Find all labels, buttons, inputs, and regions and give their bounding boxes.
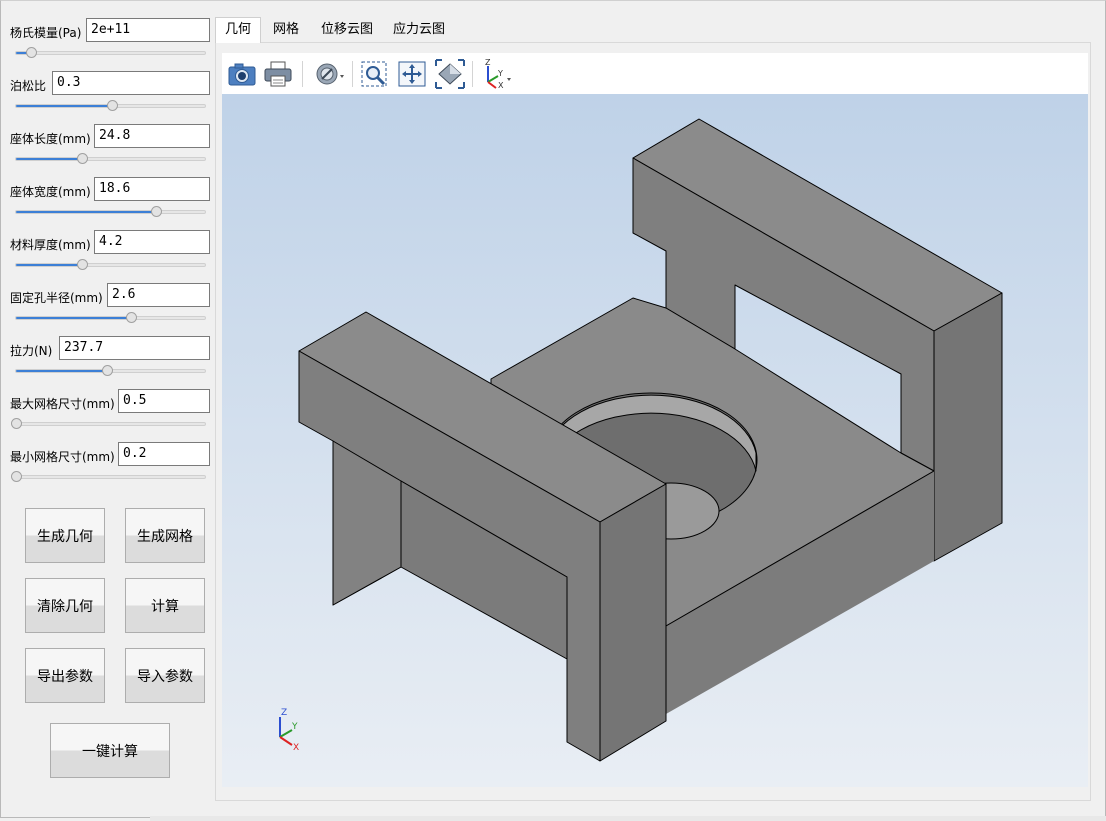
export-params-button[interactable]: 导出参数 [25, 648, 105, 703]
param-tension: 拉力(N) 237.7 [1, 336, 213, 389]
triad-y-label: Y [291, 722, 298, 732]
slider-handle[interactable] [77, 259, 89, 270]
import-params-button[interactable]: 导入参数 [125, 648, 205, 703]
generate-mesh-button[interactable]: 生成网格 [125, 508, 205, 563]
cable-tie-mount-model [298, 118, 1003, 762]
slider-handle[interactable] [126, 312, 138, 323]
zoom-window-icon[interactable] [359, 58, 391, 90]
param-label: 最大网格尺寸(mm) [10, 397, 115, 411]
view-axes-icon[interactable]: Z Y X [480, 58, 512, 90]
min-mesh-size-slider[interactable] [11, 471, 206, 482]
slider-fill [16, 264, 83, 266]
param-label: 泊松比 [10, 79, 47, 93]
y-axis-icon [279, 729, 293, 738]
display-mode-icon[interactable] [313, 58, 345, 90]
max-mesh-size-input[interactable]: 0.5 [118, 389, 210, 413]
param-hole-radius: 固定孔半径(mm) 2.6 [1, 283, 213, 336]
slider-handle[interactable] [26, 47, 38, 58]
param-label: 固定孔半径(mm) [10, 291, 103, 305]
slider-fill [16, 370, 107, 372]
base-width-input[interactable]: 18.6 [94, 177, 210, 201]
triad-x-label: X [293, 743, 299, 753]
slider-fill [16, 105, 113, 107]
param-label: 最小网格尺寸(mm) [10, 450, 115, 464]
param-label: 材料厚度(mm) [10, 238, 91, 252]
param-base-width: 座体宽度(mm) 18.6 [1, 177, 213, 230]
slider-handle[interactable] [107, 100, 119, 111]
tab-displacement[interactable]: 位移云图 [315, 18, 379, 42]
window-bottom-edge [150, 816, 1106, 821]
param-label: 拉力(N) [10, 344, 53, 358]
camera-icon[interactable] [226, 58, 258, 90]
x-axis-icon [279, 736, 293, 746]
param-poisson-ratio: 泊松比 0.3 [1, 71, 213, 124]
geometry-viewer: Z Y X Z Y X [222, 53, 1088, 787]
one-click-compute-button[interactable]: 一键计算 [50, 723, 170, 778]
toolbar-separator [302, 61, 303, 87]
base-width-slider[interactable] [15, 206, 206, 217]
poisson-ratio-slider[interactable] [15, 100, 206, 111]
3d-viewport[interactable]: Z Y X [222, 94, 1088, 787]
min-mesh-size-input[interactable]: 0.2 [118, 442, 210, 466]
clear-geometry-button[interactable]: 清除几何 [25, 578, 105, 633]
poisson-ratio-input[interactable]: 0.3 [52, 71, 210, 95]
tension-input[interactable]: 237.7 [59, 336, 210, 360]
viewer-toolbar: Z Y X [222, 53, 1088, 94]
hole-radius-slider[interactable] [15, 312, 206, 323]
base-length-slider[interactable] [15, 153, 206, 164]
tab-mesh[interactable]: 网格 [267, 18, 305, 42]
param-min-mesh-size: 最小网格尺寸(mm) 0.2 [1, 442, 213, 495]
svg-text:X: X [498, 81, 504, 90]
param-base-length: 座体长度(mm) 24.8 [1, 124, 213, 177]
param-max-mesh-size: 最大网格尺寸(mm) 0.5 [1, 389, 213, 442]
toolbar-separator [352, 61, 353, 87]
material-thickness-slider[interactable] [15, 259, 206, 270]
slider-fill [16, 317, 132, 319]
svg-text:Y: Y [497, 69, 503, 78]
tab-stress[interactable]: 应力云图 [387, 18, 451, 42]
param-material-thickness: 材料厚度(mm) 4.2 [1, 230, 213, 283]
param-label: 座体宽度(mm) [10, 185, 91, 199]
pan-icon[interactable] [396, 58, 428, 90]
youngs-modulus-slider[interactable] [15, 47, 206, 58]
generate-geometry-button[interactable]: 生成几何 [25, 508, 105, 563]
slider-fill [16, 158, 83, 160]
tab-geometry[interactable]: 几何 [215, 17, 261, 43]
print-icon[interactable] [262, 58, 294, 90]
slider-fill [16, 211, 156, 213]
param-label: 座体长度(mm) [10, 132, 91, 146]
svg-text:Z: Z [485, 58, 491, 67]
triad-z-label: Z [281, 708, 287, 718]
param-label: 杨氏模量(Pa) [10, 26, 82, 40]
app-window: 杨氏模量(Pa) 2e+11 泊松比 0.3 座体长度(mm) 24.8 座体宽… [0, 0, 1106, 818]
slider-handle[interactable] [150, 206, 162, 217]
hole-radius-input[interactable]: 2.6 [107, 283, 210, 307]
slider-handle[interactable] [11, 418, 22, 429]
toolbar-separator [472, 61, 473, 87]
view-triad: Z Y X [279, 708, 299, 753]
fit-all-icon[interactable] [434, 58, 466, 90]
slider-handle[interactable] [77, 153, 89, 164]
param-youngs-modulus: 杨氏模量(Pa) 2e+11 [1, 18, 213, 71]
slider-handle[interactable] [101, 365, 113, 376]
base-length-input[interactable]: 24.8 [94, 124, 210, 148]
material-thickness-input[interactable]: 4.2 [94, 230, 210, 254]
compute-button[interactable]: 计算 [125, 578, 205, 633]
tension-slider[interactable] [15, 365, 206, 376]
max-mesh-size-slider[interactable] [11, 418, 206, 429]
slider-handle[interactable] [11, 471, 22, 482]
youngs-modulus-input[interactable]: 2e+11 [86, 18, 210, 42]
